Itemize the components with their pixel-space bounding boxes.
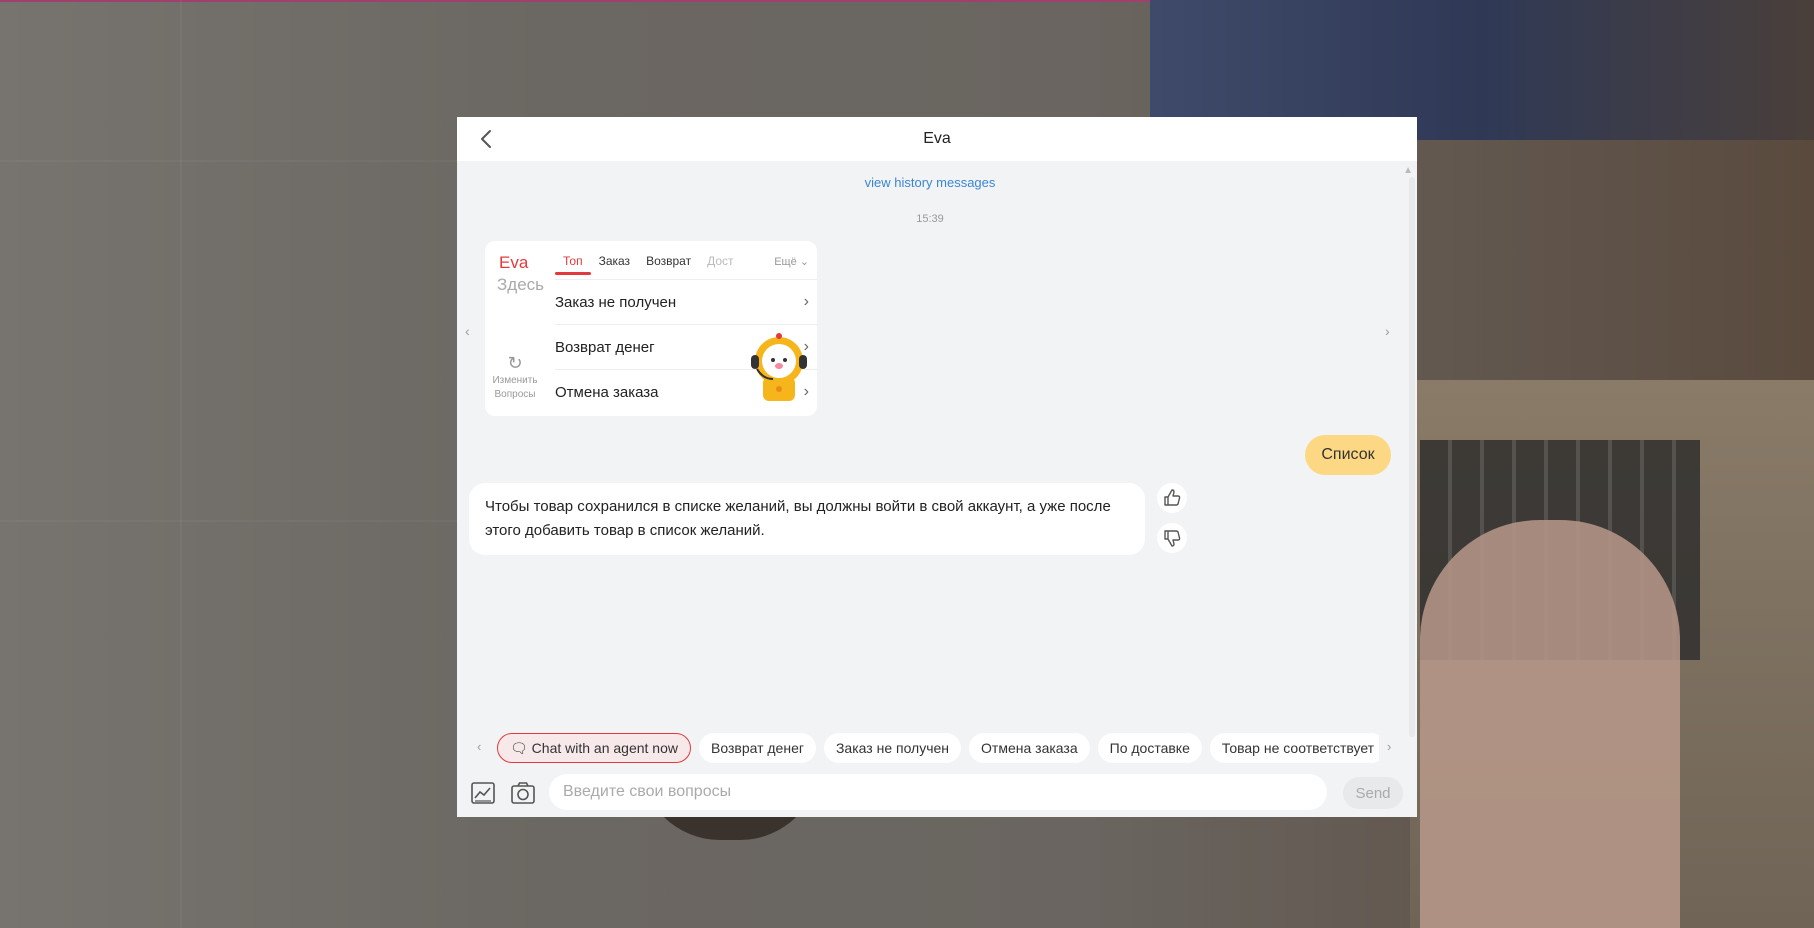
quick-reply-list: 🗨︎ Chat with an agent now Возврат денег …: [497, 733, 1379, 765]
tab-order[interactable]: Заказ: [591, 247, 638, 275]
user-message-bubble: Список: [1305, 435, 1391, 475]
refresh-icon: ↻: [507, 353, 523, 373]
camera-button[interactable]: [509, 779, 537, 807]
quick-reply-order-not-received[interactable]: Заказ не получен: [823, 733, 962, 763]
floor-plank: [0, 160, 460, 162]
more-tabs-button[interactable]: Ещё ⌄: [774, 255, 809, 268]
quick-reply-delivery[interactable]: По доставке: [1097, 733, 1202, 763]
quick-reply-item-mismatch[interactable]: Товар не соответствует: [1209, 733, 1379, 763]
quick-reply-refund[interactable]: Возврат денег: [699, 733, 816, 763]
chips-next-arrow[interactable]: ›: [1387, 739, 1391, 754]
message-timestamp: 15:39: [916, 213, 944, 225]
change-questions-button[interactable]: ↻ Изменить Вопросы: [491, 353, 539, 402]
bot-message-bubble: Чтобы товар сохранился в списке желаний,…: [469, 483, 1145, 555]
faq-card-subtitle: Здесь: [497, 275, 544, 294]
faq-item-label: Заказ не получен: [555, 293, 677, 311]
change-questions-label-1: Изменить: [492, 375, 538, 386]
tab-top[interactable]: Топ: [555, 247, 591, 275]
chat-title: Eva: [923, 130, 951, 147]
tab-return[interactable]: Возврат: [638, 247, 699, 275]
faq-item-label: Возврат денег: [555, 338, 655, 356]
floor-plank: [0, 520, 460, 522]
card-next-arrow[interactable]: ›: [1385, 323, 1390, 339]
chevron-down-icon: ⌄: [799, 256, 809, 268]
more-tabs-label: Ещё: [774, 256, 797, 268]
back-button[interactable]: [475, 127, 499, 151]
change-questions-label-2: Вопросы: [494, 389, 536, 400]
faq-item-order-not-received[interactable]: Заказ не получен ›: [555, 279, 817, 324]
card-prev-arrow[interactable]: ‹: [465, 323, 470, 339]
dislike-button[interactable]: [1157, 523, 1187, 553]
like-button[interactable]: [1157, 483, 1187, 513]
chart-image-button[interactable]: [469, 779, 497, 807]
background-hand: [1420, 520, 1680, 928]
thumbs-down-icon: [1164, 530, 1181, 547]
thumbs-up-icon: [1164, 489, 1181, 506]
image-icon: [471, 782, 495, 804]
scroll-up-icon[interactable]: ▲: [1403, 165, 1413, 176]
faq-card-brand: Eva: [499, 253, 529, 272]
scrollbar[interactable]: [1409, 177, 1415, 737]
question-input[interactable]: [549, 774, 1327, 810]
view-history-link[interactable]: view history messages: [457, 175, 1403, 190]
chevron-right-icon: ›: [803, 293, 809, 310]
chevron-left-icon: [481, 130, 491, 148]
camera-icon: [511, 782, 535, 804]
chat-bubble-icon: 🗨︎: [510, 740, 528, 756]
chat-window: Eva ▲ view history messages 15:39 ‹ › Ev…: [457, 117, 1417, 817]
chat-header: Eva: [457, 117, 1417, 161]
quick-reply-cancel-order[interactable]: Отмена заказа: [969, 733, 1090, 763]
tab-delivery[interactable]: Дост: [699, 247, 741, 275]
faq-item-label: Отмена заказа: [555, 383, 659, 401]
chat-with-agent-button[interactable]: 🗨︎ Chat with an agent now: [497, 733, 691, 763]
chips-prev-arrow[interactable]: ‹: [477, 739, 481, 754]
floor-plank: [180, 0, 182, 928]
faq-card: Eva Здесь ↻ Изменить Вопросы Топ Заказ В…: [485, 241, 817, 416]
chat-with-agent-label: Chat with an agent now: [531, 740, 678, 756]
input-bar: Send: [457, 773, 1417, 817]
mascot-robot-icon: [751, 333, 807, 401]
quick-reply-bar: ‹ 🗨︎ Chat with an agent now Возврат дене…: [457, 731, 1417, 765]
send-button[interactable]: Send: [1343, 777, 1403, 809]
